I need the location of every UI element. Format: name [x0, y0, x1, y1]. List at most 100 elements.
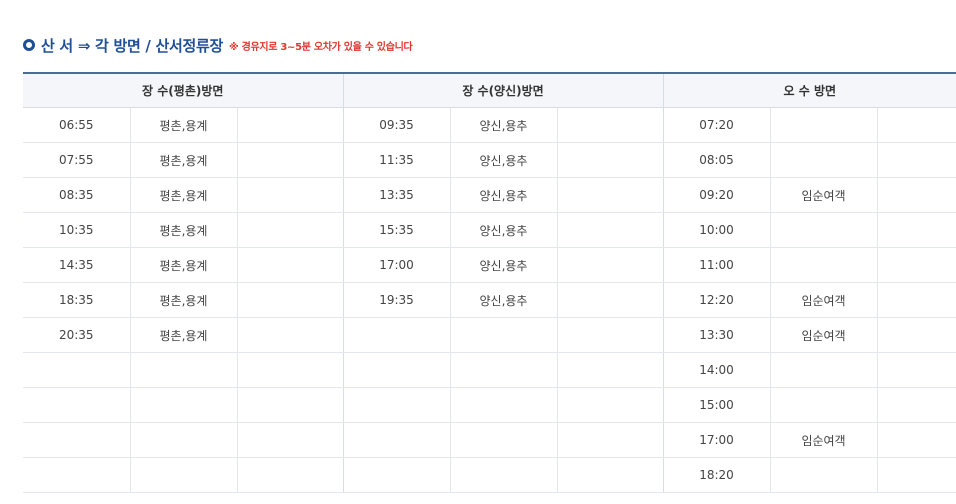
route-cell — [450, 352, 558, 388]
route-cell: 양신,용추 — [450, 177, 558, 213]
departure-time-cell: 17:00 — [663, 422, 771, 458]
departure-time-cell — [23, 387, 131, 423]
extra-cell — [237, 247, 344, 283]
departure-time-cell — [343, 317, 451, 353]
extra-cell — [557, 247, 664, 283]
departure-time-cell: 08:35 — [23, 177, 131, 213]
departure-time-cell: 14:00 — [663, 352, 771, 388]
extra-cell — [877, 317, 956, 353]
departure-time-cell: 11:00 — [663, 247, 771, 283]
table-row: 07:55 평촌,용계 11:35 양신,용추 08:05 — [23, 142, 956, 178]
route-cell: 평촌,용계 — [130, 142, 238, 178]
extra-cell — [557, 107, 664, 143]
route-cell: 평촌,용계 — [130, 177, 238, 213]
departure-time-cell: 18:35 — [23, 282, 131, 318]
departure-time-cell: 14:35 — [23, 247, 131, 283]
route-cell: 양신,용추 — [450, 212, 558, 248]
departure-time-cell: 20:35 — [23, 317, 131, 353]
extra-cell — [877, 422, 956, 458]
table-row: 15:00 — [23, 387, 956, 423]
table-row: 14:00 — [23, 352, 956, 388]
extra-cell — [557, 212, 664, 248]
departure-time-cell — [23, 457, 131, 493]
route-cell — [450, 317, 558, 353]
extra-cell — [237, 422, 344, 458]
table-row: 08:35 평촌,용계 13:35 양신,용추 09:20 임순여객 — [23, 177, 956, 213]
extra-cell — [877, 387, 956, 423]
departure-time-cell: 15:00 — [663, 387, 771, 423]
departure-time-cell — [23, 352, 131, 388]
departure-time-cell: 13:30 — [663, 317, 771, 353]
route-cell — [450, 457, 558, 493]
circle-bullet-icon — [23, 39, 35, 51]
departure-time-cell — [343, 457, 451, 493]
departure-time-cell: 11:35 — [343, 142, 451, 178]
extra-cell — [557, 352, 664, 388]
extra-cell — [237, 177, 344, 213]
route-cell: 평촌,용계 — [130, 282, 238, 318]
extra-cell — [237, 352, 344, 388]
route-cell: 양신,용추 — [450, 107, 558, 143]
departure-time-cell: 06:55 — [23, 107, 131, 143]
section-heading: 산 서 ⇒ 각 방면 / 산서정류장 ※ 경유지로 3~5분 오차가 있을 수 … — [23, 34, 413, 56]
table-row: 14:35 평촌,용계 17:00 양신,용추 11:00 — [23, 247, 956, 283]
route-cell: 평촌,용계 — [130, 247, 238, 283]
extra-cell — [557, 142, 664, 178]
departure-time-cell: 18:20 — [663, 457, 771, 493]
route-cell: 임순여객 — [770, 422, 878, 458]
table-row: 18:20 — [23, 457, 956, 493]
route-cell: 양신,용추 — [450, 282, 558, 318]
route-cell: 임순여객 — [770, 177, 878, 213]
table-row: 17:00 임순여객 — [23, 422, 956, 458]
extra-cell — [877, 212, 956, 248]
departure-time-cell — [23, 422, 131, 458]
route-cell — [770, 107, 878, 143]
extra-cell — [557, 282, 664, 318]
departure-time-cell: 09:20 — [663, 177, 771, 213]
extra-cell — [237, 212, 344, 248]
route-cell — [770, 457, 878, 493]
route-cell — [130, 422, 238, 458]
extra-cell — [877, 142, 956, 178]
direction-header-jangsu-pyeongchon: 장 수(평촌)방면 — [23, 73, 344, 108]
route-cell — [130, 387, 238, 423]
section-title: 산 서 ⇒ 각 방면 / 산서정류장 — [41, 36, 223, 55]
extra-cell — [877, 107, 956, 143]
route-cell — [770, 352, 878, 388]
extra-cell — [557, 387, 664, 423]
departure-time-cell: 13:35 — [343, 177, 451, 213]
timetable-body: 06:55 평촌,용계 09:35 양신,용추 07:20 07:55 평촌,용계 11:35… — [23, 107, 956, 493]
route-cell — [450, 422, 558, 458]
departure-time-cell: 10:00 — [663, 212, 771, 248]
direction-header-jangsu-yangsin: 장 수(양신)방면 — [343, 73, 664, 108]
table-row: 06:55 평촌,용계 09:35 양신,용추 07:20 — [23, 107, 956, 143]
extra-cell — [237, 107, 344, 143]
route-cell: 임순여객 — [770, 317, 878, 353]
route-cell — [770, 212, 878, 248]
route-cell: 평촌,용계 — [130, 107, 238, 143]
route-cell: 평촌,용계 — [130, 212, 238, 248]
departure-time-cell — [343, 387, 451, 423]
extra-cell — [877, 457, 956, 493]
route-cell: 평촌,용계 — [130, 317, 238, 353]
route-cell — [130, 352, 238, 388]
table-row: 18:35 평촌,용계 19:35 양신,용추 12:20 임순여객 — [23, 282, 956, 318]
departure-time-cell: 10:35 — [23, 212, 131, 248]
extra-cell — [237, 457, 344, 493]
extra-cell — [877, 247, 956, 283]
extra-cell — [237, 317, 344, 353]
extra-cell — [877, 282, 956, 318]
extra-cell — [237, 282, 344, 318]
route-cell: 양신,용추 — [450, 142, 558, 178]
bus-timetable: 장 수(평촌)방면 장 수(양신)방면 오 수 방면 06:55 평촌,용계 09:… — [23, 72, 956, 493]
departure-time-cell — [343, 352, 451, 388]
direction-header-osu: 오 수 방면 — [663, 73, 956, 108]
route-cell — [450, 387, 558, 423]
route-cell — [770, 247, 878, 283]
route-cell — [770, 142, 878, 178]
route-cell: 임순여객 — [770, 282, 878, 318]
extra-cell — [237, 142, 344, 178]
extra-cell — [557, 317, 664, 353]
extra-cell — [557, 457, 664, 493]
departure-time-cell: 15:35 — [343, 212, 451, 248]
